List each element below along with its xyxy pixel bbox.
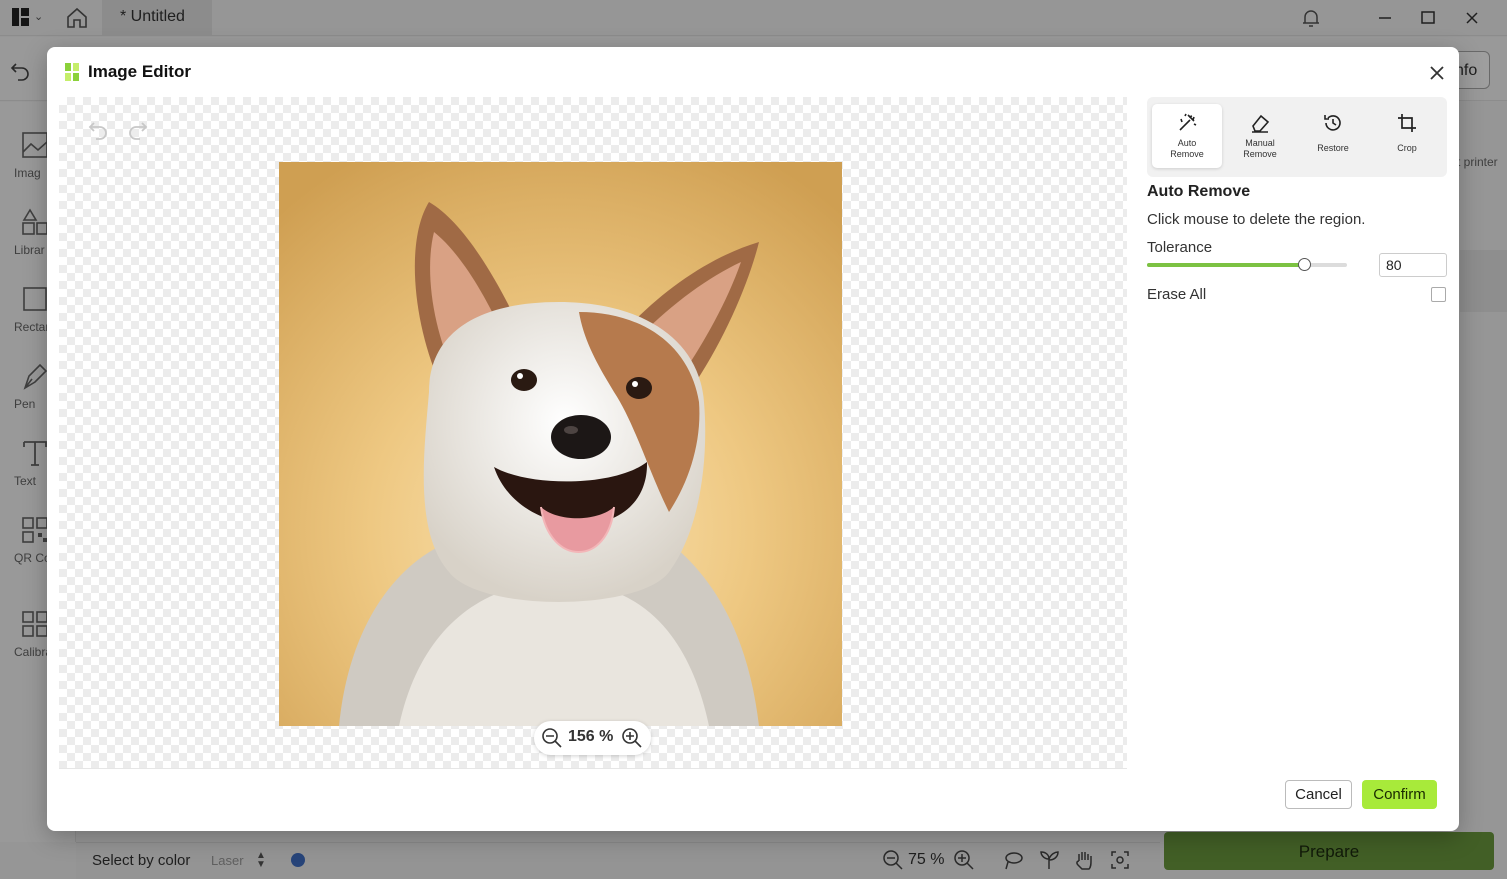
magic-wand-icon	[1179, 113, 1197, 131]
tool-label: Remove	[1170, 149, 1204, 159]
zoom-level: 156 %	[568, 728, 614, 745]
tool-auto-remove[interactable]: Auto Remove	[1152, 104, 1222, 168]
erase-all-label: Erase All	[1147, 286, 1207, 303]
app-leaf-icon	[65, 63, 79, 81]
tolerance-slider[interactable]	[1147, 258, 1347, 271]
eraser-icon	[1252, 114, 1270, 133]
tolerance-input[interactable]	[1379, 253, 1447, 277]
section-hint: Click mouse to delete the region.	[1147, 211, 1366, 228]
cancel-button[interactable]: Cancel	[1285, 780, 1352, 809]
erase-all-checkbox[interactable]	[1431, 287, 1446, 302]
slider-fill	[1147, 263, 1304, 267]
slider-thumb[interactable]	[1297, 258, 1311, 271]
tool-label: Restore	[1317, 143, 1349, 153]
crop-icon	[1398, 114, 1416, 132]
tool-selector: Auto Remove Manual Remove Restore Crop	[1147, 97, 1447, 177]
image-canvas[interactable]: 156 %	[59, 97, 1127, 769]
tool-label: Crop	[1397, 143, 1417, 153]
confirm-button[interactable]: Confirm	[1362, 780, 1437, 809]
zoom-in-icon[interactable]	[621, 727, 643, 749]
restore-icon	[1324, 115, 1341, 131]
tool-manual-remove[interactable]: Manual Remove	[1225, 104, 1295, 168]
tool-label: Auto	[1177, 138, 1197, 148]
tool-restore[interactable]: Restore	[1298, 104, 1368, 168]
tool-label: Manual	[1245, 138, 1275, 148]
close-icon[interactable]	[1427, 63, 1447, 83]
image-editor-dialog: Image Editor 156 % Auto Remove Manual Re…	[47, 47, 1459, 831]
undo-icon[interactable]	[85, 117, 111, 143]
section-title: Auto Remove	[1147, 183, 1251, 200]
dog-photo[interactable]	[279, 162, 842, 726]
tolerance-label: Tolerance	[1147, 239, 1213, 256]
redo-icon[interactable]	[125, 117, 151, 143]
tool-label: Remove	[1243, 149, 1277, 159]
tool-crop[interactable]: Crop	[1372, 104, 1442, 168]
zoom-out-icon[interactable]	[541, 727, 563, 749]
zoom-control: 156 %	[534, 721, 651, 755]
dialog-title: Image Editor	[88, 62, 191, 81]
